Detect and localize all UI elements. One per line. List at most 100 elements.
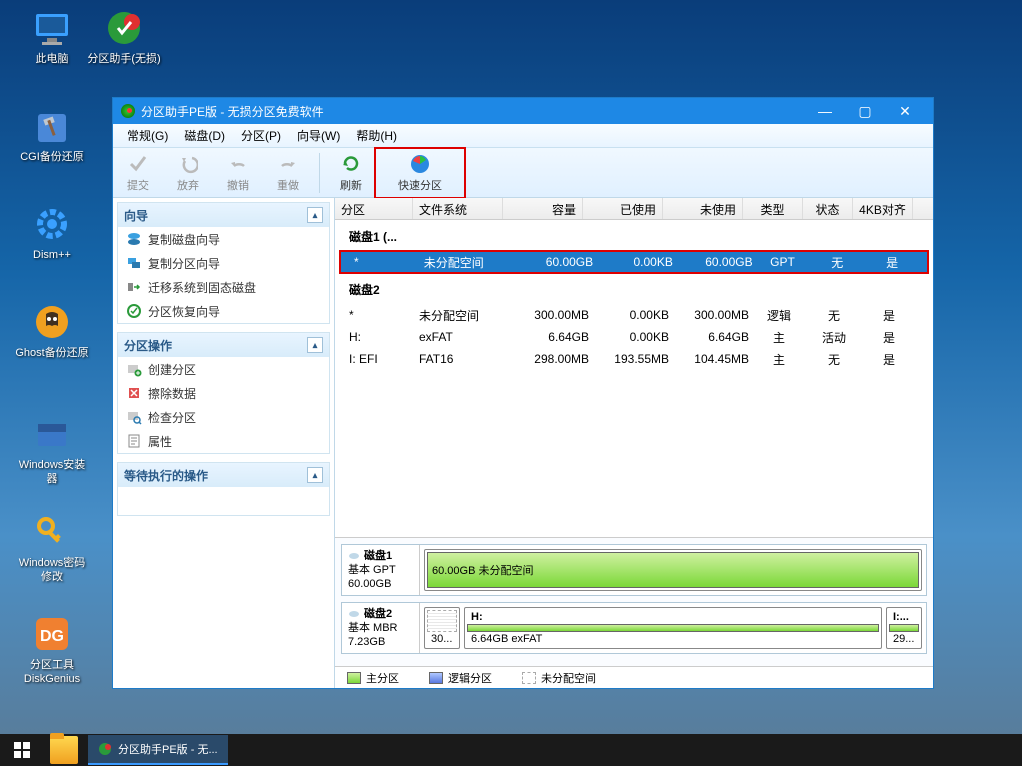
properties-icon: [126, 433, 142, 449]
start-button[interactable]: [0, 734, 44, 766]
toolbar-redo[interactable]: 重做: [263, 149, 313, 197]
key-icon: [32, 512, 72, 552]
disk2-map[interactable]: 磁盘2 基本 MBR 7.23GB 30... H: 6.64GB exFAT: [341, 602, 927, 654]
legend-primary: 主分区: [347, 670, 399, 686]
table-row[interactable]: I: EFI FAT16 298.00MB 193.55MB 104.45MB …: [335, 348, 933, 370]
desktop-icon-ghost[interactable]: Ghost备份还原: [14, 302, 90, 360]
sidebar-wizard-panel: 向导 ▴ 复制磁盘向导 复制分区向导 迁移系统到固态磁盘 分区恢复向导: [117, 202, 330, 324]
table-header: 分区 文件系统 容量 已使用 未使用 类型 状态 4KB对齐: [335, 198, 933, 220]
disk1-label[interactable]: 磁盘1 (...: [335, 220, 933, 251]
menubar: 常规(G) 磁盘(D) 分区(P) 向导(W) 帮助(H): [113, 124, 933, 148]
collapse-icon[interactable]: ▴: [307, 467, 323, 483]
sidebar-migrate-ssd[interactable]: 迁移系统到固态磁盘: [118, 275, 329, 299]
toolbar: 提交 放弃 撤销 重做 刷新 快速分区: [113, 148, 933, 198]
toolbar-commit[interactable]: 提交: [113, 149, 163, 197]
sidebar-copy-disk-wizard[interactable]: 复制磁盘向导: [118, 227, 329, 251]
col-capacity[interactable]: 容量: [503, 198, 583, 219]
hammer-icon: [32, 106, 72, 146]
window-title: 分区助手PE版 - 无损分区免费软件: [141, 103, 324, 120]
disk2-info: 磁盘2 基本 MBR 7.23GB: [342, 603, 420, 653]
col-unused[interactable]: 未使用: [663, 198, 743, 219]
sidebar-wipe-data[interactable]: 擦除数据: [118, 381, 329, 405]
disk-copy-icon: [126, 231, 142, 247]
titlebar[interactable]: 分区助手PE版 - 无损分区免费软件 — ▢ ✕: [113, 98, 933, 124]
desktop-icon-diskgenius[interactable]: DG 分区工具DiskGenius: [14, 614, 90, 686]
toolbar-quick-partition[interactable]: 快速分区: [376, 149, 464, 197]
close-button[interactable]: ✕: [885, 98, 925, 124]
legend-logical: 逻辑分区: [429, 670, 492, 686]
sidebar-pending-panel: 等待执行的操作 ▴: [117, 462, 330, 516]
sidebar-wizard-header[interactable]: 向导 ▴: [118, 203, 329, 227]
desktop-icon-cgi[interactable]: CGI备份还原: [14, 106, 90, 164]
create-icon: [126, 361, 142, 377]
menu-help[interactable]: 帮助(H): [348, 125, 405, 146]
gear-icon: [32, 204, 72, 244]
quick-partition-icon: [409, 153, 431, 175]
sidebar-check-partition[interactable]: 检查分区: [118, 405, 329, 429]
main-area: 分区 文件系统 容量 已使用 未使用 类型 状态 4KB对齐 磁盘1 (... …: [335, 198, 933, 688]
check-partition-icon: [126, 409, 142, 425]
disk1-map[interactable]: 磁盘1 基本 GPT 60.00GB 60.00GB 未分配空间: [341, 544, 927, 596]
app-window: 分区助手PE版 - 无损分区免费软件 — ▢ ✕ 常规(G) 磁盘(D) 分区(…: [112, 97, 934, 689]
sidebar-copy-partition-wizard[interactable]: 复制分区向导: [118, 251, 329, 275]
col-status[interactable]: 状态: [803, 198, 853, 219]
menu-wizard[interactable]: 向导(W): [289, 125, 348, 146]
undo-arrow-icon: [177, 153, 199, 175]
collapse-icon[interactable]: ▴: [307, 207, 323, 223]
sidebar-ops-header[interactable]: 分区操作 ▴: [118, 333, 329, 357]
desktop-icon-thispc[interactable]: 此电脑: [14, 8, 90, 66]
toolbar-refresh[interactable]: 刷新: [326, 149, 376, 197]
desktop-icon-pahelper[interactable]: 分区助手(无损): [86, 8, 162, 66]
pahelper-icon: [104, 8, 144, 48]
disk2-bar-unalloc[interactable]: 30...: [424, 607, 460, 649]
undo-icon: [227, 153, 249, 175]
desktop-icon-winpwd[interactable]: Windows密码修改: [14, 512, 90, 584]
col-used[interactable]: 已使用: [583, 198, 663, 219]
menu-partition[interactable]: 分区(P): [233, 125, 289, 146]
sidebar-properties[interactable]: 属性: [118, 429, 329, 453]
disk2-bar-i[interactable]: I:... 29...: [886, 607, 922, 649]
diskgenius-icon: DG: [32, 614, 72, 654]
col-partition[interactable]: 分区: [335, 198, 413, 219]
maximize-button[interactable]: ▢: [845, 98, 885, 124]
menu-general[interactable]: 常规(G): [119, 125, 176, 146]
taskbar-app[interactable]: 分区助手PE版 - 无...: [88, 735, 228, 765]
svg-text:DG: DG: [40, 628, 64, 645]
desktop-icon-wininstall[interactable]: Windows安装器: [14, 414, 90, 486]
taskbar-explorer[interactable]: [50, 736, 78, 764]
monitor-icon: [32, 8, 72, 48]
sidebar-create-partition[interactable]: 创建分区: [118, 357, 329, 381]
sidebar-recover-partition[interactable]: 分区恢复向导: [118, 299, 329, 323]
desktop-icon-dism[interactable]: Dism++: [14, 204, 90, 262]
sidebar: 向导 ▴ 复制磁盘向导 复制分区向导 迁移系统到固态磁盘 分区恢复向导 分区操作…: [113, 198, 335, 688]
col-filesystem[interactable]: 文件系统: [413, 198, 503, 219]
sidebar-pending-header[interactable]: 等待执行的操作 ▴: [118, 463, 329, 487]
col-4kb[interactable]: 4KB对齐: [853, 198, 913, 219]
sidebar-ops-panel: 分区操作 ▴ 创建分区 擦除数据 检查分区 属性: [117, 332, 330, 454]
recover-icon: [126, 303, 142, 319]
minimize-button[interactable]: —: [805, 98, 845, 124]
toolbar-discard[interactable]: 放弃: [163, 149, 213, 197]
app-icon: [121, 104, 135, 118]
disk-icon: [348, 608, 360, 620]
table-body: 磁盘1 (... * 未分配空间 60.00GB 0.00KB 60.00GB …: [335, 220, 933, 537]
legend-unalloc: 未分配空间: [522, 670, 596, 686]
taskbar: 分区助手PE版 - 无...: [0, 734, 1022, 766]
disk-icon: [348, 550, 360, 562]
toolbar-undo[interactable]: 撤销: [213, 149, 263, 197]
partition-copy-icon: [126, 255, 142, 271]
migrate-icon: [126, 279, 142, 295]
table-row[interactable]: * 未分配空间 60.00GB 0.00KB 60.00GB GPT 无 是: [340, 251, 928, 273]
collapse-icon[interactable]: ▴: [307, 337, 323, 353]
redo-icon: [277, 153, 299, 175]
disk2-bar-h[interactable]: H: 6.64GB exFAT: [464, 607, 882, 649]
col-type[interactable]: 类型: [743, 198, 803, 219]
disk-map-area: 磁盘1 基本 GPT 60.00GB 60.00GB 未分配空间 磁盘2 基本 …: [335, 537, 933, 666]
disk1-bar-unalloc[interactable]: 60.00GB 未分配空间: [424, 549, 922, 591]
table-row[interactable]: * 未分配空间 300.00MB 0.00KB 300.00MB 逻辑 无 是: [335, 304, 933, 326]
table-row[interactable]: H: exFAT 6.64GB 0.00KB 6.64GB 主 活动 是: [335, 326, 933, 348]
check-icon: [127, 153, 149, 175]
disk1-info: 磁盘1 基本 GPT 60.00GB: [342, 545, 420, 595]
disk2-label[interactable]: 磁盘2: [335, 273, 933, 304]
menu-disk[interactable]: 磁盘(D): [176, 125, 233, 146]
